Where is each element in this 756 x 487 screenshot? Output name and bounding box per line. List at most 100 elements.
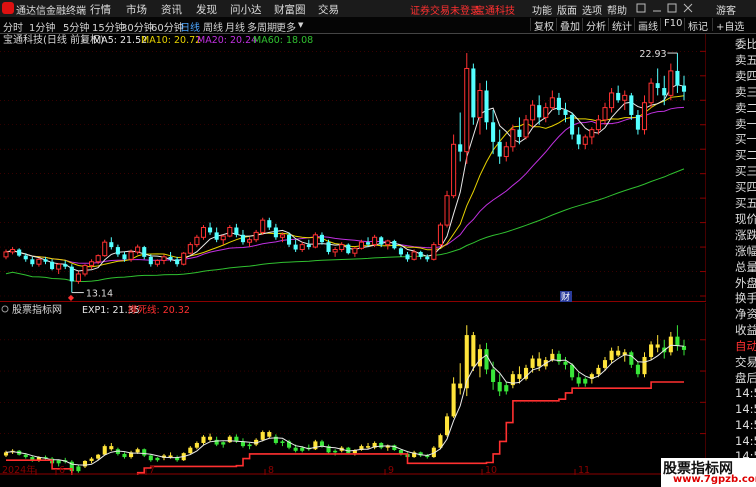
close-icon[interactable] xyxy=(683,3,693,13)
candle-body xyxy=(570,114,575,135)
candle-body xyxy=(582,136,588,145)
quote-panel-label: 涨跌 xyxy=(735,227,756,242)
low-price-label: 13.14 xyxy=(86,289,113,300)
indicator-chart[interactable]: 22.0020.0018.0016.00 股票指标网EXP1: 21.35撑死线… xyxy=(0,303,737,484)
indicator-bar xyxy=(471,335,476,367)
candle-body xyxy=(306,244,311,248)
menu-options[interactable]: 选项 xyxy=(582,2,602,17)
indicator-bar xyxy=(247,444,252,447)
candle-body xyxy=(89,261,95,266)
candle-body xyxy=(161,256,167,262)
candle-body xyxy=(662,88,667,96)
indicator-bar xyxy=(668,336,673,353)
period-tab-more[interactable]: 更多 xyxy=(276,19,296,34)
indicator-bar xyxy=(148,455,153,461)
candle-body xyxy=(194,236,200,246)
period-tab-weekly[interactable]: 周线 xyxy=(203,19,223,34)
x-tick-label: 2024年 xyxy=(2,464,36,475)
menu-layout[interactable]: 版面 xyxy=(557,2,577,17)
candle-body xyxy=(411,251,417,260)
quote-panel-label: 现价 xyxy=(735,211,756,226)
indicator-panel[interactable]: 22.0020.0018.0016.00 股票指标网EXP1: 21.35撑死线… xyxy=(0,303,737,484)
toolbar-stats-button[interactable]: 统计 xyxy=(608,18,632,33)
kline-panel[interactable]: 23.0022.0021.0020.0019.0018.0017.0016.00… xyxy=(0,33,737,303)
candle-body xyxy=(220,235,226,241)
indicator-bar xyxy=(451,383,456,417)
period-tab-60min[interactable]: 60分钟 xyxy=(151,19,184,34)
toolbar-mark-button[interactable]: 标记 xyxy=(684,18,708,33)
login-notice[interactable]: 证券交易未登录 xyxy=(410,2,480,17)
quote-panel-label: 卖四 xyxy=(735,68,756,83)
candle-body xyxy=(365,242,371,245)
settings-icon[interactable] xyxy=(1,305,9,313)
indicator-bar xyxy=(319,441,325,447)
indicator-bar xyxy=(649,344,654,357)
candle-body xyxy=(675,70,680,86)
menu-item-discover[interactable]: 发现 xyxy=(196,2,217,17)
candle-body xyxy=(3,251,9,258)
kline-chart[interactable]: 23.0022.0021.0020.0019.0018.0017.0016.00… xyxy=(0,33,737,303)
candle-body xyxy=(287,234,292,245)
candle-body xyxy=(398,248,403,255)
menu-bar: 通达信金融终端 行情 市场 资讯 发现 问小达 财富圈 交易 证券交易未登录 宝… xyxy=(0,0,756,18)
indicator-bar xyxy=(602,360,608,368)
event-diamond-icon: ◆ xyxy=(68,293,75,302)
quote-panel-label: 买三 xyxy=(735,164,756,179)
menu-item-trade[interactable]: 交易 xyxy=(318,2,339,17)
indicator-bar xyxy=(576,377,581,384)
indicator-bar xyxy=(616,350,621,356)
indicator-bar xyxy=(629,352,634,365)
candle-body xyxy=(523,119,529,138)
period-tab-5min[interactable]: 5分钟 xyxy=(63,19,89,34)
candle-body xyxy=(668,70,674,96)
candle-body xyxy=(385,240,391,246)
candle-body xyxy=(102,241,108,257)
maximize-icon[interactable] xyxy=(667,3,677,13)
toolbar-f10-button[interactable]: F10 xyxy=(660,18,682,31)
window-controls xyxy=(636,3,693,13)
candle-body xyxy=(260,219,266,233)
indicator-bar xyxy=(293,447,298,451)
candle-body xyxy=(681,85,687,92)
quote-panel-label: 卖五 xyxy=(735,52,756,67)
candle-body xyxy=(458,144,463,152)
menu-item-news[interactable]: 资讯 xyxy=(161,2,182,17)
indicator-title: 股票指标网 xyxy=(12,303,62,316)
candle-body xyxy=(339,244,345,251)
menu-functions[interactable]: 功能 xyxy=(532,2,552,17)
menu-item-quotes[interactable]: 行情 xyxy=(90,2,111,17)
event-badge-label: 财 xyxy=(561,291,570,302)
menu-item-wealth[interactable]: 财富圈 xyxy=(274,2,306,17)
ma-label: MA60: 18.08 xyxy=(253,35,313,46)
period-tab-multi[interactable]: 多周期 xyxy=(247,19,277,34)
chevron-down-icon[interactable]: ▼ xyxy=(298,21,303,29)
current-stock-name: 宝通科技 xyxy=(475,6,515,17)
candle-body xyxy=(135,246,141,253)
period-tab-15min[interactable]: 15分钟 xyxy=(92,19,125,34)
toolbar-overlay-button[interactable]: 叠加 xyxy=(556,18,580,33)
layout-icon[interactable] xyxy=(636,3,646,13)
period-tab-1min[interactable]: 1分钟 xyxy=(29,19,55,34)
menu-item-market[interactable]: 市场 xyxy=(126,2,147,17)
quote-panel-label: 卖一 xyxy=(735,116,756,131)
toolbar-analysis-button[interactable]: 分析 xyxy=(582,18,606,33)
period-tab-30min[interactable]: 30分钟 xyxy=(121,19,154,34)
period-tab-daily[interactable]: 日线 xyxy=(180,19,200,34)
period-tab-monthly[interactable]: 月线 xyxy=(225,19,245,34)
x-tick-label: 8 xyxy=(268,465,274,475)
candle-body xyxy=(175,259,180,265)
candle-body xyxy=(425,256,430,260)
toolbar-draw-button[interactable]: 画线 xyxy=(634,18,658,33)
quote-panel-label: 14:56 xyxy=(735,417,756,432)
menu-help[interactable]: 帮助 xyxy=(607,2,627,17)
guest-label[interactable]: 游客 xyxy=(716,2,736,17)
indicator-bar xyxy=(122,453,127,458)
toolbar-adjust-button[interactable]: 复权 xyxy=(530,18,554,33)
candle-body xyxy=(655,83,660,89)
period-tab-intraday[interactable]: 分时 xyxy=(3,19,23,34)
app-logo-icon xyxy=(2,2,14,14)
toolbar-add-watchlist-button[interactable]: +自选 xyxy=(712,18,744,33)
indicator-bar xyxy=(675,336,680,347)
menu-item-ask[interactable]: 问小达 xyxy=(230,2,262,17)
indicator-bar xyxy=(517,374,522,379)
